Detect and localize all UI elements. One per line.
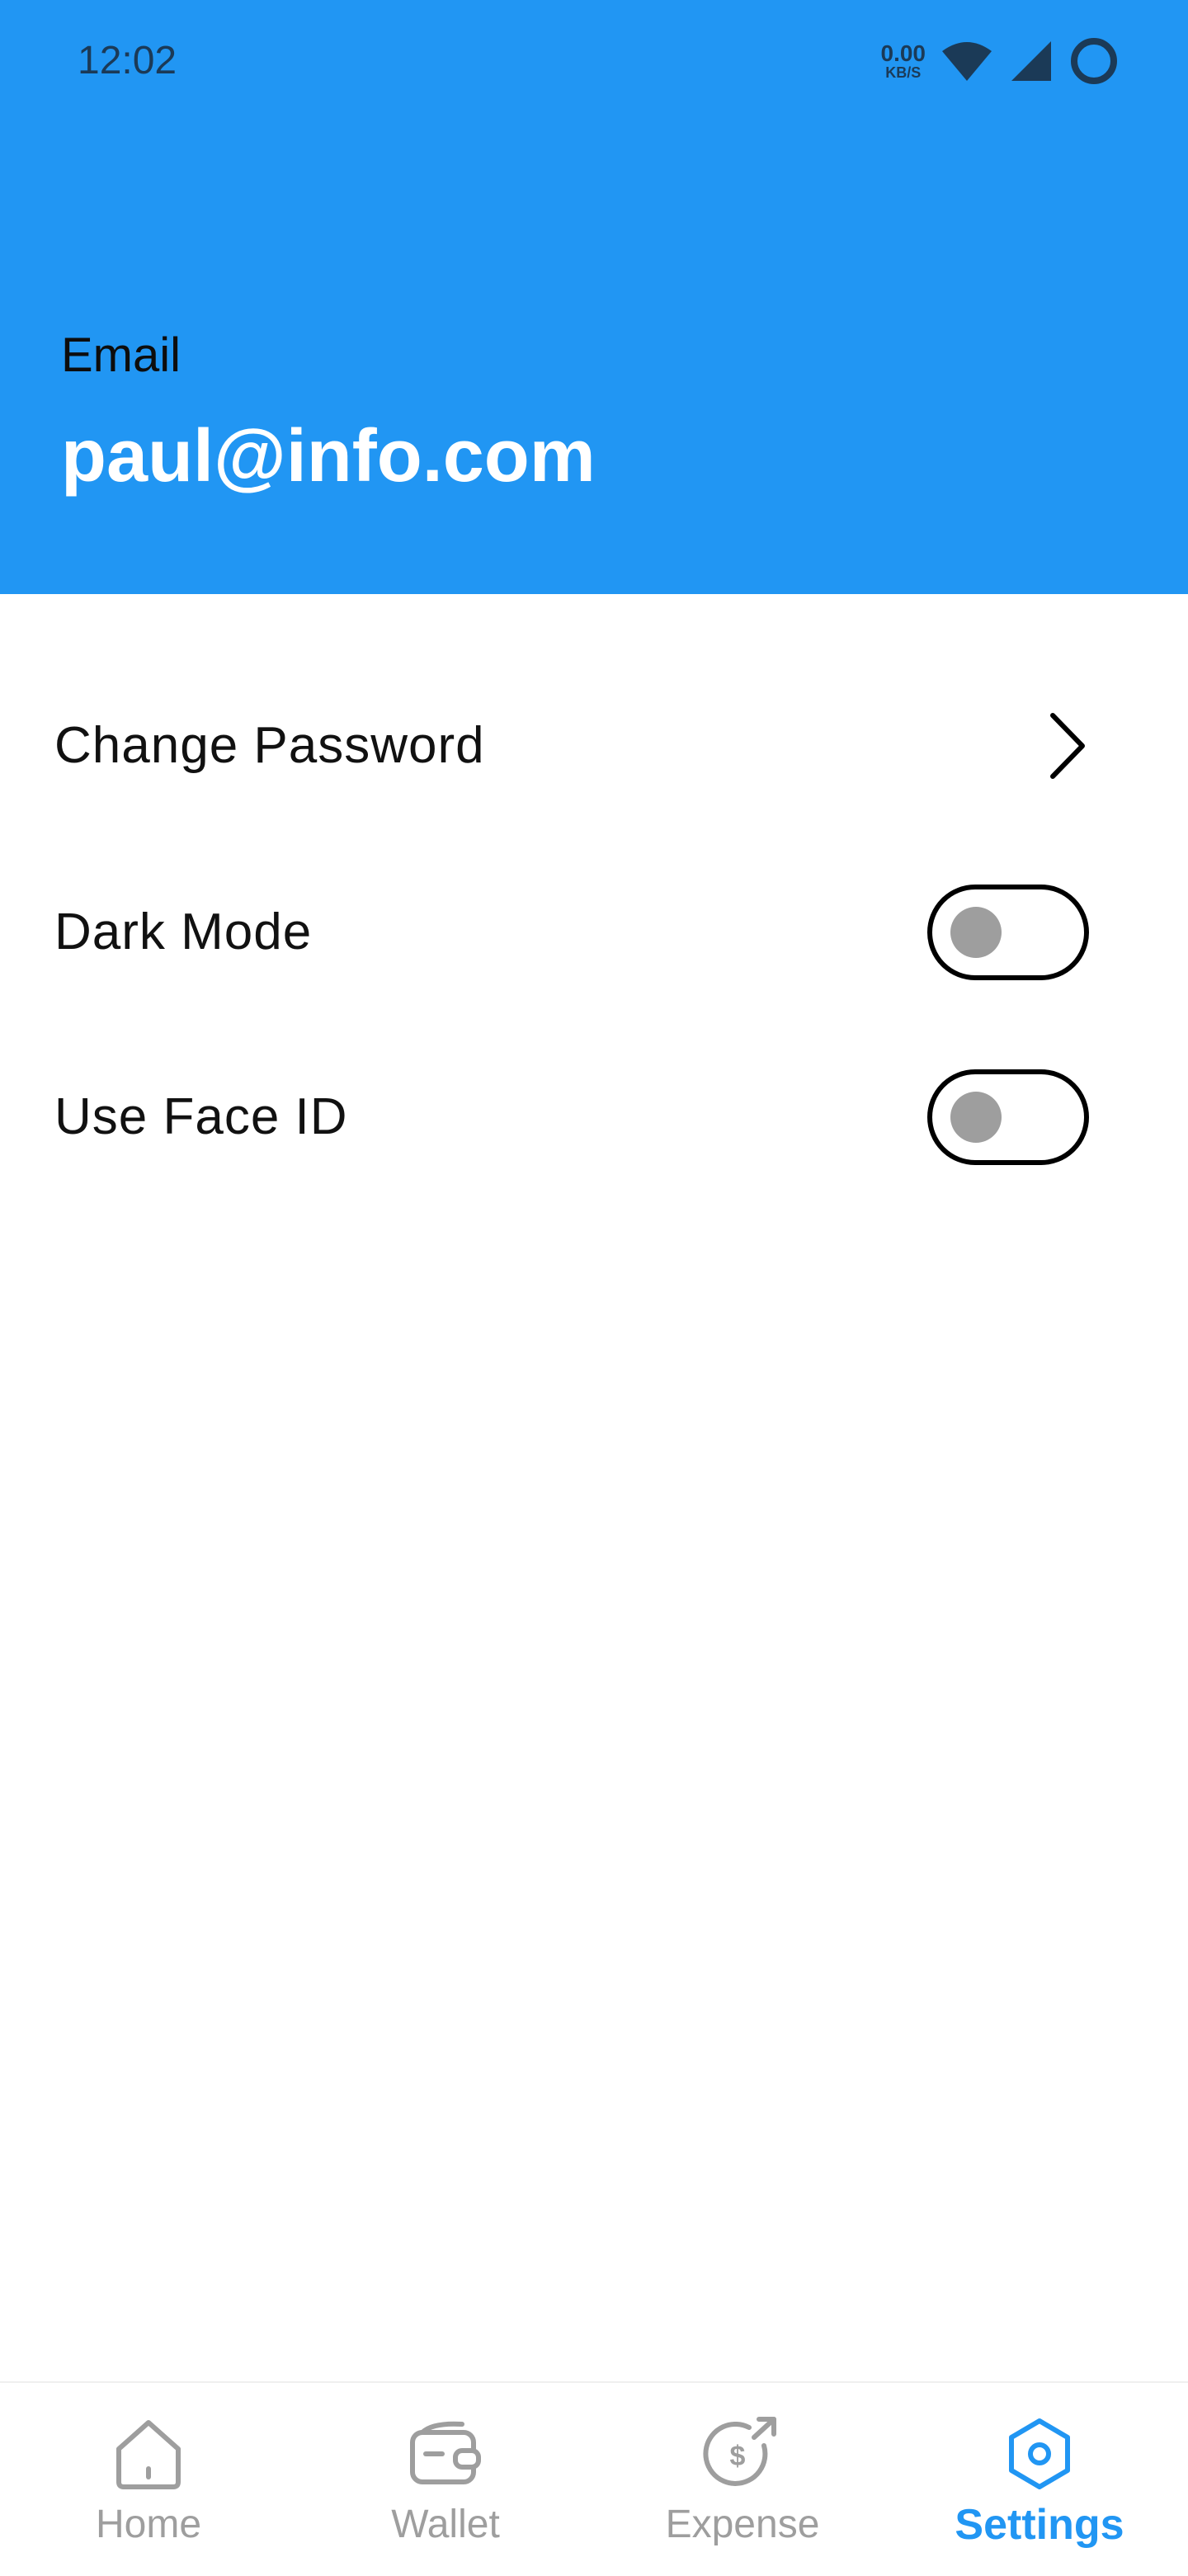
dark-mode-toggle[interactable] bbox=[927, 885, 1089, 980]
nav-home-label: Home bbox=[95, 2503, 202, 2546]
profile-header: 12:02 0.00 KB/S Email paul@info.com bbox=[0, 0, 1188, 594]
network-speed-unit: KB/S bbox=[885, 64, 922, 81]
dark-mode-label: Dark Mode bbox=[54, 903, 313, 960]
face-id-toggle[interactable] bbox=[927, 1069, 1089, 1165]
wallet-icon bbox=[410, 2421, 481, 2484]
change-password-label: Change Password bbox=[54, 717, 485, 774]
signal-icon bbox=[1011, 41, 1051, 81]
home-icon bbox=[116, 2420, 181, 2489]
change-password-row[interactable]: Change Password bbox=[0, 680, 1188, 812]
face-id-row: Use Face ID bbox=[0, 1051, 1188, 1183]
email-label: Email bbox=[61, 328, 182, 382]
battery-ring-icon bbox=[1071, 38, 1117, 84]
toggle-knob bbox=[950, 1092, 1002, 1143]
nav-wallet[interactable]: Wallet bbox=[297, 2383, 594, 2576]
dark-mode-row: Dark Mode bbox=[0, 866, 1188, 998]
settings-icon bbox=[1009, 2418, 1070, 2489]
nav-expense[interactable]: $ Expense bbox=[594, 2383, 891, 2576]
nav-wallet-label: Wallet bbox=[391, 2503, 500, 2546]
network-speed-value: 0.00 bbox=[880, 40, 926, 66]
nav-settings[interactable]: Settings bbox=[891, 2383, 1188, 2576]
nav-settings-label: Settings bbox=[955, 2501, 1124, 2549]
toggle-knob bbox=[950, 907, 1002, 958]
chevron-right-icon bbox=[1050, 713, 1085, 779]
bottom-navigation: Home Wallet $ Expense Settings bbox=[0, 2381, 1188, 2576]
status-icons: 0.00 KB/S bbox=[881, 36, 1120, 86]
nav-expense-label: Expense bbox=[665, 2503, 820, 2546]
wifi-icon bbox=[942, 42, 992, 81]
email-value: paul@info.com bbox=[61, 415, 596, 498]
face-id-label: Use Face ID bbox=[54, 1088, 348, 1145]
expense-icon: $ bbox=[703, 2417, 776, 2486]
status-time: 12:02 bbox=[78, 39, 177, 83]
network-speed: 0.00 KB/S bbox=[880, 40, 926, 81]
svg-text:$: $ bbox=[730, 2441, 746, 2472]
nav-home[interactable]: Home bbox=[0, 2383, 297, 2576]
